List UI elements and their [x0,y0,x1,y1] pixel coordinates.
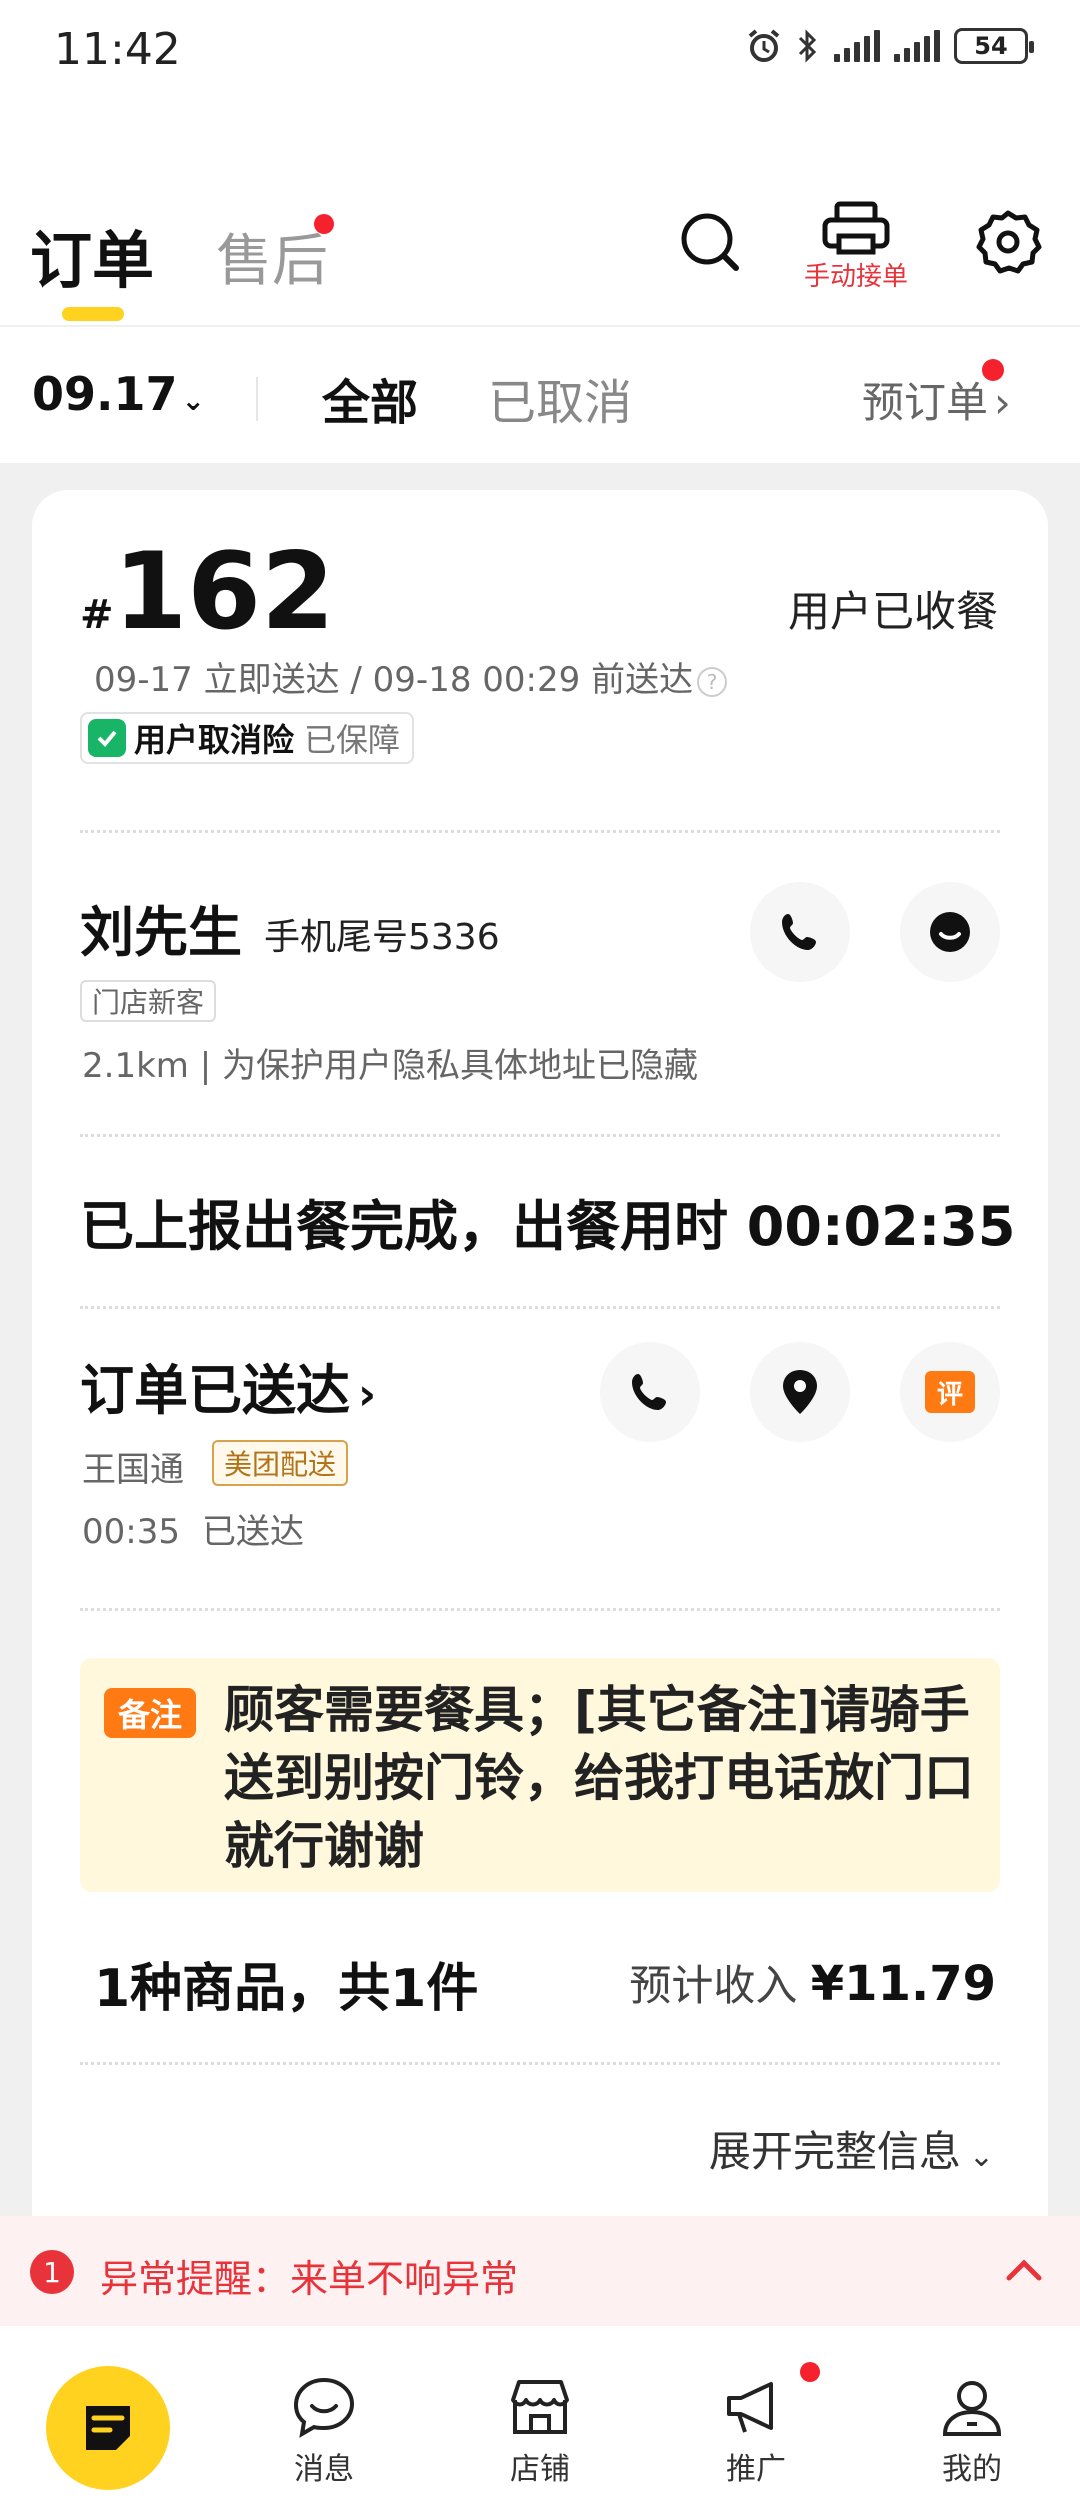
notification-dot [982,359,1004,381]
search-icon[interactable] [670,202,750,282]
filter-bar: 09.17 ⌄ 全部 已取消 预订单 › [0,325,1080,463]
alert-text: 异常提醒：来单不响异常 [100,2257,519,2301]
app-header: 订单 售后 手动接单 [0,110,1080,325]
items-summary: 1种商品，共1件 [94,1959,479,2019]
bottom-nav: 消息 店铺 推广 我的 [0,2326,1080,2504]
new-customer-tag: 门店新客 [80,980,217,1022]
phone-icon [632,1374,666,1410]
notification-dot [314,214,334,234]
bluetooth-icon [798,29,817,63]
divider [80,830,1000,833]
alert-bar[interactable]: 1 异常提醒：来单不响异常 [0,2216,1080,2326]
status-bar: 11:42 54 [0,0,1080,110]
alarm-icon [748,29,780,62]
note-text: 顾客需要餐具；[其它备注]请骑手送到别按门铃，给我打电话放门口就行谢谢 [224,1681,974,1875]
delivery-time: 00:35 已送达 [82,1512,304,1552]
divider [80,1608,1000,1611]
chevron-down-icon: ⌄ [968,2139,994,2174]
signal-icon [894,30,940,62]
nav-promotion[interactable]: 推广 [686,2376,826,2488]
rider-name: 王国通 [82,1450,184,1490]
customer-phone-tail: 手机尾号5336 [264,917,500,958]
expand-details-button[interactable]: 展开完整信息 ⌄ [709,2118,994,2179]
customer-address: 2.1km | 为保护用户隐私具体地址已隐藏 [82,1046,698,1086]
status-icons: 54 [746,28,1034,64]
order-time-info: 09-17 立即送达 / 09-18 00:29 前送达? [94,652,728,701]
location-pin-icon [783,1370,817,1414]
message-icon [293,2377,355,2438]
divider [256,377,258,421]
alert-count-badge: 1 [30,2250,74,2294]
insurance-badge[interactable]: 用户取消险 已保障 [80,712,415,764]
tab-orders[interactable]: 订单 [30,210,154,300]
order-card[interactable]: #162 用户已收餐 09-17 立即送达 / 09-18 00:29 前送达?… [32,490,1048,2250]
tab-after-sales[interactable]: 售后 [216,216,328,297]
divider [80,1134,1000,1137]
shield-check-icon [88,719,126,757]
review-rider-button[interactable]: 评 [900,1342,1000,1442]
order-note: 备注 顾客需要餐具；[其它备注]请骑手送到别按门铃，给我打电话放门口就行谢谢 [80,1658,1000,1892]
filter-all[interactable]: 全部 [322,363,418,433]
divider [80,2062,1000,2065]
gear-icon[interactable] [968,202,1048,282]
chevron-right-icon: › [994,378,1011,427]
chevron-down-icon: ⌄ [181,384,205,417]
profile-icon [942,2381,1002,2436]
carrier-tag: 美团配送 [212,1440,349,1486]
date-selector[interactable]: 09.17 ⌄ [32,367,205,421]
rider-location-button[interactable] [750,1342,850,1442]
cooking-status: 已上报出餐完成，出餐用时 00:02:35 [80,1195,1016,1258]
printer-icon [822,201,890,255]
orders-fab[interactable] [46,2366,170,2490]
status-time: 11:42 [54,24,181,75]
filter-cancelled[interactable]: 已取消 [488,363,632,433]
delivery-status-link[interactable]: 订单已送达 › [80,1346,376,1425]
call-rider-button[interactable] [600,1342,700,1442]
store-icon [511,2380,569,2434]
phone-icon [782,914,816,950]
megaphone-icon [727,2382,773,2433]
chat-icon [930,912,970,952]
chevron-right-icon: › [358,1369,377,1420]
nav-messages[interactable]: 消息 [254,2376,394,2488]
help-icon[interactable]: ? [697,666,728,697]
review-icon: 评 [925,1371,975,1413]
order-note-icon [86,2406,130,2450]
notification-dot [800,2362,820,2382]
manual-accept-button[interactable]: 手动接单 [796,200,916,300]
signal-icon [834,30,880,62]
order-status: 用户已收餐 [787,587,998,636]
nav-profile[interactable]: 我的 [902,2376,1042,2488]
chevron-up-icon[interactable] [1004,2254,1044,2284]
divider [80,1306,1000,1309]
customer-name: 刘先生 [80,901,242,964]
order-number: #162 [80,530,335,653]
chat-customer-button[interactable] [900,882,1000,982]
battery-icon: 54 [954,28,1034,64]
call-customer-button[interactable] [750,882,850,982]
tab-active-indicator [62,307,124,321]
note-label: 备注 [104,1688,197,1738]
nav-store[interactable]: 店铺 [470,2376,610,2488]
manual-accept-label: 手动接单 [803,262,908,292]
estimated-income: 预计收入 ¥11.79 [629,1956,996,2012]
